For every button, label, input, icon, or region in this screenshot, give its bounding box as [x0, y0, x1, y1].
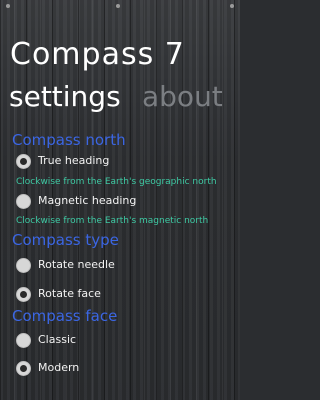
radio-button[interactable] — [16, 154, 31, 169]
section-title-compass-north: Compass north — [12, 131, 126, 149]
radio-classic[interactable]: Classic — [16, 333, 226, 353]
radio-label: Classic — [38, 333, 77, 346]
radio-button[interactable] — [16, 258, 31, 273]
magnetic-heading-description: Clockwise from the Earth's magnetic nort… — [16, 216, 209, 226]
radio-label: Modern — [38, 361, 80, 374]
settings-page: Compass 7 settings about Compass north T… — [0, 0, 240, 400]
radio-label: Magnetic heading — [38, 194, 137, 207]
radio-label: Rotate face — [38, 287, 101, 300]
section-title-compass-face: Compass face — [12, 307, 118, 325]
pivot-tab-settings[interactable]: settings — [9, 80, 121, 114]
app-title: Compass 7 — [10, 37, 185, 72]
battery-icon — [230, 4, 234, 8]
radio-button[interactable] — [16, 361, 31, 376]
radio-magnetic-heading[interactable]: Magnetic heading — [16, 194, 226, 214]
true-heading-description: Clockwise from the Earth's geographic no… — [16, 177, 217, 187]
section-title-compass-type: Compass type — [12, 231, 119, 249]
radio-button[interactable] — [16, 194, 31, 209]
radio-rotate-face[interactable]: Rotate face — [16, 287, 226, 307]
status-bar — [0, 0, 240, 14]
radio-modern[interactable]: Modern — [16, 361, 226, 381]
signal-icon — [6, 4, 10, 8]
pivot-tab-about[interactable]: about — [142, 80, 223, 114]
radio-rotate-needle[interactable]: Rotate needle — [16, 258, 226, 278]
radio-label: Rotate needle — [38, 258, 115, 271]
radio-button[interactable] — [16, 287, 31, 302]
status-indicator-icon — [116, 4, 120, 8]
radio-true-heading[interactable]: True heading — [16, 154, 226, 174]
radio-label: True heading — [38, 154, 110, 167]
radio-button[interactable] — [16, 333, 31, 348]
